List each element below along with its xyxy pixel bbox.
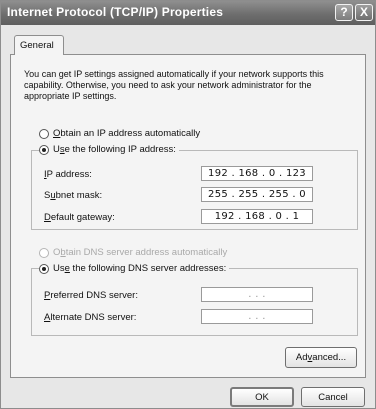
default-gateway-field[interactable]: 192 . 168 . 0 . 1: [201, 209, 313, 224]
use-following-ip-radio[interactable]: [39, 144, 49, 155]
window-title: Internet Protocol (TCP/IP) Properties: [7, 5, 224, 19]
advanced-button[interactable]: Advanced...: [285, 347, 357, 368]
obtain-dns-auto-radio[interactable]: [39, 247, 49, 258]
ok-button-label: OK: [255, 391, 269, 403]
dns-server-group: [31, 268, 358, 336]
use-following-dns-radio[interactable]: [39, 263, 49, 274]
obtain-ip-auto-radio[interactable]: [39, 128, 49, 139]
use-following-ip-option[interactable]: Use the following IP address:: [39, 144, 179, 155]
cancel-button-label: Cancel: [318, 391, 348, 403]
help-button[interactable]: ?: [335, 4, 353, 21]
cancel-button[interactable]: Cancel: [301, 387, 365, 407]
use-following-dns-option[interactable]: Use the following DNS server addresses:: [39, 263, 230, 274]
ip-address-field[interactable]: 192 . 168 . 0 . 123: [201, 166, 313, 181]
ip-address-label: IP address:: [44, 169, 92, 180]
tab-general[interactable]: General: [14, 35, 64, 55]
use-following-ip-label: Use the following IP address:: [53, 144, 176, 155]
default-gateway-label: Default gateway:: [44, 212, 115, 223]
help-icon: ?: [340, 5, 348, 19]
tab-general-label: General: [20, 40, 54, 51]
preferred-dns-label: Preferred DNS server:: [44, 290, 138, 301]
ok-button[interactable]: OK: [230, 387, 294, 407]
preferred-dns-field[interactable]: . . .: [201, 287, 313, 302]
obtain-dns-auto-label: Obtain DNS server address automatically: [53, 247, 228, 258]
advanced-button-label: Advanced...: [295, 352, 347, 363]
close-icon: X: [359, 5, 368, 19]
tcpip-properties-dialog: Internet Protocol (TCP/IP) Properties ? …: [0, 0, 376, 409]
description-text: You can get IP settings assigned automat…: [24, 69, 324, 101]
subnet-mask-field[interactable]: 255 . 255 . 255 . 0: [201, 187, 313, 202]
alternate-dns-field[interactable]: . . .: [201, 309, 313, 324]
obtain-ip-auto-label: Obtain an IP address automatically: [53, 128, 201, 139]
obtain-dns-auto-option[interactable]: Obtain DNS server address automatically: [39, 247, 227, 258]
subnet-mask-label: Subnet mask:: [44, 190, 103, 201]
title-bar[interactable]: Internet Protocol (TCP/IP) Properties ? …: [1, 1, 375, 25]
use-following-dns-label: Use the following DNS server addresses:: [53, 263, 227, 274]
close-button[interactable]: X: [355, 4, 373, 21]
alternate-dns-label: Alternate DNS server:: [44, 312, 137, 323]
obtain-ip-auto-option[interactable]: Obtain an IP address automatically: [39, 128, 200, 139]
